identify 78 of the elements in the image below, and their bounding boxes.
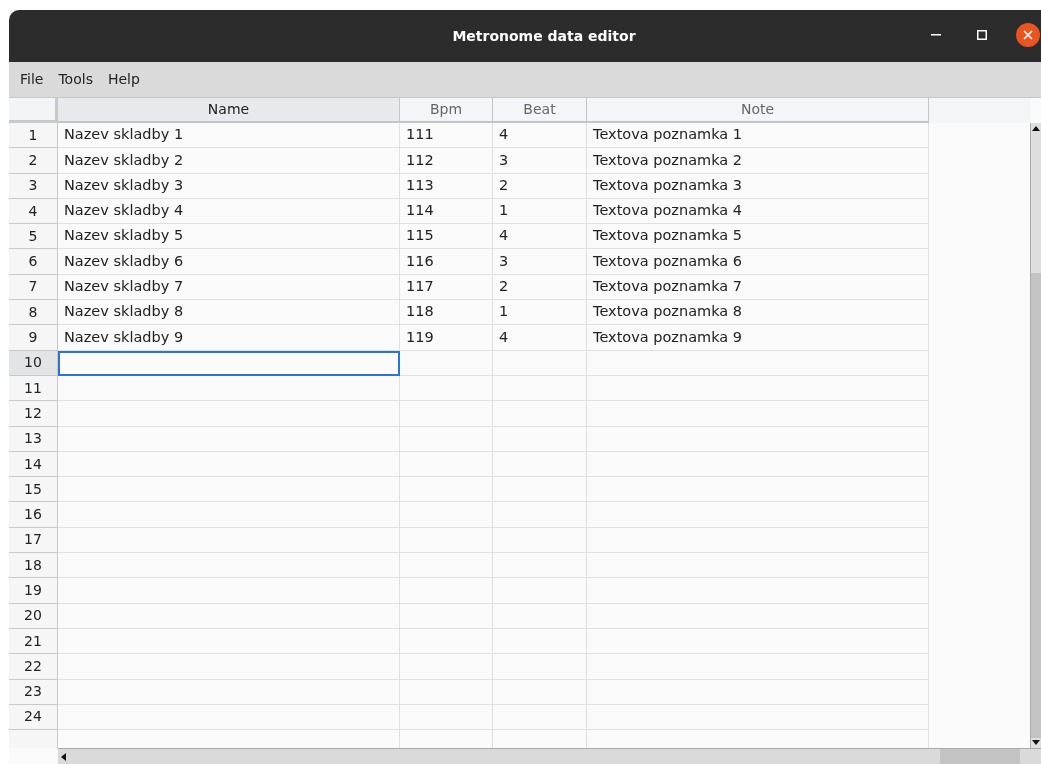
table-cell[interactable]: Nazev skladby 2 xyxy=(58,148,400,174)
row-header[interactable]: 6 xyxy=(9,249,58,275)
table-cell[interactable]: 4 xyxy=(493,224,587,250)
row-header[interactable]: 3 xyxy=(9,173,58,199)
table-cell[interactable]: Nazev skladby 8 xyxy=(58,300,400,326)
table-cell[interactable]: 4 xyxy=(493,325,587,351)
horizontal-scrollbar[interactable] xyxy=(58,748,1041,764)
table-cell[interactable] xyxy=(58,350,400,376)
table-cell[interactable]: Textova poznamka 8 xyxy=(587,300,929,326)
table-cell[interactable]: 116 xyxy=(400,249,493,275)
table-cell[interactable]: Nazev skladby 4 xyxy=(58,198,400,225)
row-header[interactable]: 20 xyxy=(9,603,58,629)
row-header[interactable]: 9 xyxy=(9,325,58,351)
table-cell[interactable]: 2 xyxy=(493,173,587,199)
close-button[interactable] xyxy=(1016,23,1040,47)
table-cell[interactable]: Nazev skladby 3 xyxy=(58,173,400,199)
row-header[interactable]: 11 xyxy=(9,375,58,402)
table-cell[interactable]: Textova poznamka 6 xyxy=(587,249,929,275)
table-cell[interactable]: Nazev skladby 1 xyxy=(58,123,400,149)
row-header[interactable]: 14 xyxy=(9,451,58,478)
row-header[interactable] xyxy=(9,730,58,748)
row-header[interactable]: 22 xyxy=(9,654,58,680)
maximize-icon xyxy=(977,30,987,40)
column-header[interactable]: Bpm xyxy=(400,98,493,123)
table-cell[interactable]: 114 xyxy=(400,198,493,225)
row-header[interactable]: 13 xyxy=(9,426,58,452)
window-title: Metronome data editor xyxy=(452,26,636,46)
table-cell[interactable]: Nazev skladby 7 xyxy=(58,274,400,301)
row-header[interactable]: 17 xyxy=(9,527,58,554)
row-header[interactable]: 19 xyxy=(9,578,58,604)
table-cell[interactable]: 1 xyxy=(493,300,587,326)
column-header[interactable]: Beat xyxy=(493,98,587,123)
row-header[interactable]: 1 xyxy=(9,123,58,149)
table-cell[interactable]: 4 xyxy=(493,123,587,149)
column-header[interactable]: Note xyxy=(587,98,929,123)
table-cell[interactable]: 2 xyxy=(493,274,587,301)
row-header[interactable]: 16 xyxy=(9,502,58,528)
table-cell[interactable]: Textova poznamka 4 xyxy=(587,198,929,225)
menu-item[interactable]: File xyxy=(13,69,51,90)
menu-item[interactable]: Tools xyxy=(51,69,100,90)
row-header[interactable]: 8 xyxy=(9,300,58,326)
table-cell[interactable]: 111 xyxy=(400,123,493,149)
scroll-thumb[interactable] xyxy=(1031,273,1041,738)
table-cell[interactable]: Textova poznamka 7 xyxy=(587,274,929,301)
row-header[interactable]: 10 xyxy=(9,350,58,376)
table-cell[interactable]: Textova poznamka 9 xyxy=(587,325,929,351)
table-cell[interactable]: 118 xyxy=(400,300,493,326)
row-header[interactable]: 24 xyxy=(9,704,58,731)
table-cell[interactable]: 1 xyxy=(493,198,587,225)
table-cell[interactable]: 115 xyxy=(400,224,493,250)
table-cell[interactable]: 119 xyxy=(400,325,493,351)
table-cell[interactable]: 113 xyxy=(400,173,493,199)
table-cell[interactable]: Textova poznamka 2 xyxy=(587,148,929,174)
row-header[interactable]: 4 xyxy=(9,198,58,225)
table-cell[interactable]: Nazev skladby 6 xyxy=(58,249,400,275)
table-cell[interactable]: Nazev skladby 5 xyxy=(58,224,400,250)
minimize-icon xyxy=(931,34,941,36)
row-header[interactable]: 15 xyxy=(9,477,58,503)
column-header[interactable]: Name xyxy=(58,98,400,123)
table-cell[interactable]: Textova poznamka 3 xyxy=(587,173,929,199)
table-cell[interactable]: 3 xyxy=(493,148,587,174)
table-cell[interactable]: Nazev skladby 9 xyxy=(58,325,400,351)
table-cell[interactable]: 112 xyxy=(400,148,493,174)
row-header[interactable]: 12 xyxy=(9,401,58,427)
row-header[interactable]: 21 xyxy=(9,628,58,655)
row-header[interactable]: 5 xyxy=(9,224,58,250)
menu-item[interactable]: Help xyxy=(100,69,147,90)
scroll-thumb[interactable] xyxy=(940,749,1020,764)
close-icon xyxy=(1023,30,1033,40)
table-cell[interactable]: 117 xyxy=(400,274,493,301)
row-header[interactable]: 7 xyxy=(9,274,58,301)
table-cell[interactable]: Textova poznamka 1 xyxy=(587,123,929,149)
row-header[interactable]: 23 xyxy=(9,679,58,705)
table-cell[interactable]: Textova poznamka 5 xyxy=(587,224,929,250)
row-header[interactable]: 2 xyxy=(9,148,58,174)
table-cell[interactable]: 3 xyxy=(493,249,587,275)
row-header[interactable]: 18 xyxy=(9,553,58,579)
vertical-scrollbar[interactable] xyxy=(1030,123,1041,748)
